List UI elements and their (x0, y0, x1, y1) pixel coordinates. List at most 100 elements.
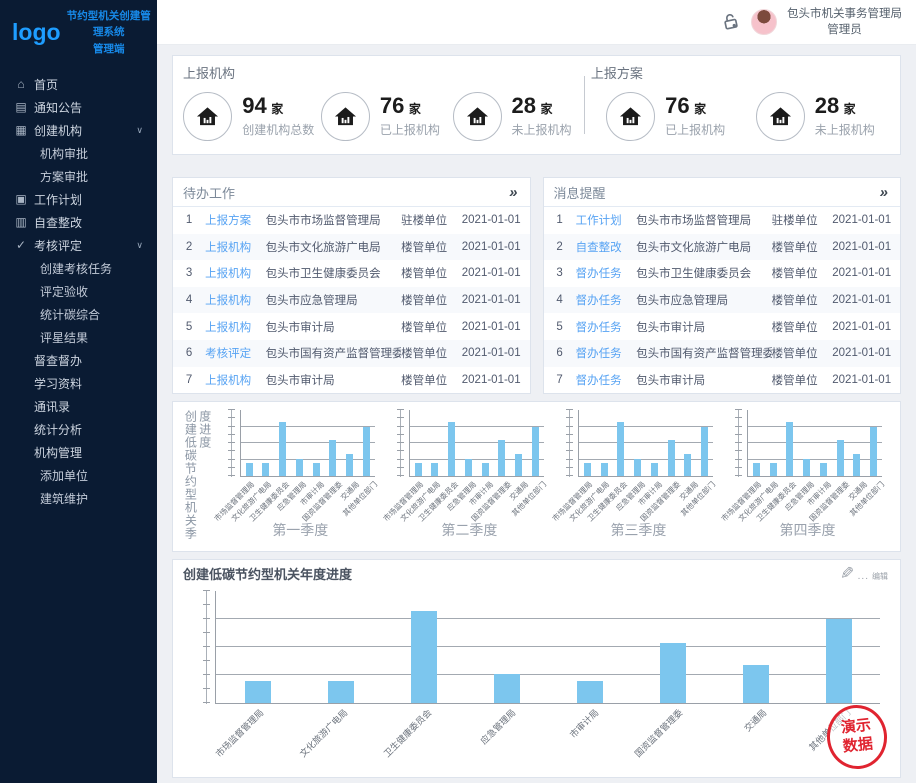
bar (494, 674, 520, 703)
stat-circle (606, 92, 655, 141)
org-name: 包头市审计局 (636, 319, 772, 335)
sidebar-item-考核评定[interactable]: ✓考核评定∨ (0, 234, 157, 257)
sidebar-item-首页[interactable]: ⌂首页 (0, 73, 157, 96)
building-icon (196, 105, 219, 128)
date: 2021-01-01 (832, 347, 900, 359)
logo[interactable]: logo 节约型机关创建管理系统 管理端 (0, 0, 157, 63)
x-tick-label: 市场监督管理局 (212, 706, 266, 760)
user-role: 管理员 (787, 22, 902, 38)
task-type-link[interactable]: 上报机构 (205, 239, 266, 255)
gridline (579, 442, 713, 443)
todo-more-icon[interactable]: » (509, 184, 517, 201)
bar (296, 459, 303, 476)
sidebar-item-评星结果[interactable]: 评星结果 (0, 326, 157, 349)
notice-icon: ▤ (14, 100, 28, 114)
stat-unit: 家 (271, 102, 283, 116)
date: 2021-01-01 (832, 294, 900, 306)
task-type-link[interactable]: 督办任务 (576, 372, 637, 388)
bar (262, 463, 269, 476)
task-type-link[interactable]: 上报机构 (205, 265, 266, 281)
sidebar-item-评定验收[interactable]: 评定验收 (0, 280, 157, 303)
task-type-link[interactable]: 督办任务 (576, 292, 637, 308)
org-name: 包头市市场监督管理局 (636, 212, 772, 228)
y-tick (735, 409, 742, 410)
sidebar-item-方案审批[interactable]: 方案审批 (0, 165, 157, 188)
sidebar-item-工作计划[interactable]: ▣工作计划 (0, 188, 157, 211)
bar (577, 681, 603, 703)
task-type-link[interactable]: 上报机构 (205, 372, 266, 388)
date: 2021-01-01 (462, 214, 530, 226)
sidebar-item-创建机构[interactable]: ▦创建机构∨ (0, 119, 157, 142)
todo-card: 待办工作 » 1上报方案包头市市场监督管理局驻楼单位2021-01-012上报机… (172, 177, 531, 394)
sidebar-item-统计碳综合[interactable]: 统计碳综合 (0, 303, 157, 326)
org-name: 包头市国有资产监督管理委员 (636, 345, 772, 361)
sidebar-item-督查督办[interactable]: 督查督办 (0, 349, 157, 372)
bar (660, 643, 686, 703)
unit-type: 楼管单位 (772, 292, 833, 308)
x-tick-label: 国资监督管理委 (632, 706, 686, 760)
task-type-link[interactable]: 督办任务 (576, 345, 637, 361)
gridline (748, 442, 882, 443)
messages-title: 消息提醒 (554, 183, 606, 202)
chart-plot (215, 591, 880, 704)
sidebar-item-建筑维护[interactable]: 建筑维护 (0, 487, 157, 510)
stat-unit: 家 (694, 102, 706, 116)
stat-circle (321, 92, 370, 141)
y-tick (203, 618, 210, 619)
y-tick (203, 590, 210, 591)
user-info[interactable]: 包头市机关事务管理局 管理员 (787, 6, 902, 38)
y-tick (203, 646, 210, 647)
user-org: 包头市机关事务管理局 (787, 6, 902, 22)
messages-more-icon[interactable]: » (880, 184, 888, 201)
task-type-link[interactable]: 自查整改 (576, 239, 637, 255)
y-tick (735, 459, 742, 460)
avatar[interactable] (751, 9, 777, 35)
row-index: 4 (544, 294, 576, 306)
sidebar-item-统计分析[interactable]: 统计分析 (0, 418, 157, 441)
task-type-link[interactable]: 上报机构 (205, 319, 266, 335)
sidebar-item-自查整改[interactable]: ▥自查整改 (0, 211, 157, 234)
lock-icon[interactable] (719, 10, 743, 34)
unit-type: 楼管单位 (401, 239, 462, 255)
edit-button[interactable]: ✎ ... 编辑 (840, 565, 888, 582)
y-tick (203, 702, 210, 703)
bar (532, 427, 539, 477)
todo-title: 待办工作 (183, 183, 235, 202)
task-type-link[interactable]: 工作计划 (576, 212, 637, 228)
chart-plot (240, 410, 375, 477)
app-window: logo 节约型机关创建管理系统 管理端 ⌂首页▤通知公告▦创建机构∨机构审批方… (0, 0, 916, 783)
sidebar-item-label: 学习资料 (34, 375, 82, 392)
bar (328, 681, 354, 703)
org-name: 包头市应急管理局 (636, 292, 772, 308)
task-type-link[interactable]: 上报机构 (205, 292, 266, 308)
sidebar-item-label: 方案审批 (40, 168, 88, 185)
task-type-link[interactable]: 督办任务 (576, 319, 637, 335)
quarters-vertical-title: 创建低碳节约型机关季度进度 (183, 410, 212, 550)
sidebar-item-通讯录[interactable]: 通讯录 (0, 395, 157, 418)
sidebar-item-创建考核任务[interactable]: 创建考核任务 (0, 257, 157, 280)
assessment-icon: ✓ (14, 238, 28, 252)
date: 2021-01-01 (462, 347, 530, 359)
table-row: 5督办任务包头市审计局楼管单位2021-01-01 (544, 313, 901, 340)
edit-label: 编辑 (872, 571, 888, 582)
stat-value: 94 (242, 93, 266, 118)
task-type-link[interactable]: 上报方案 (205, 212, 266, 228)
sidebar-item-通知公告[interactable]: ▤通知公告 (0, 96, 157, 119)
task-type-link[interactable]: 督办任务 (576, 265, 637, 281)
quarter-chart-q1: 市场监督管理局文化旅游广电局卫生健康委员会应急管理局市审计局国资监督管理委交通局… (216, 410, 385, 549)
sidebar-item-机构管理[interactable]: 机构管理 (0, 441, 157, 464)
sidebar: logo 节约型机关创建管理系统 管理端 ⌂首页▤通知公告▦创建机构∨机构审批方… (0, 0, 157, 783)
table-row: 2上报机构包头市文化旅游广电局楼管单位2021-01-01 (173, 234, 530, 261)
y-tick (397, 426, 404, 427)
date: 2021-01-01 (832, 374, 900, 386)
date: 2021-01-01 (462, 374, 530, 386)
sidebar-item-机构审批[interactable]: 机构审批 (0, 142, 157, 165)
bar (329, 440, 336, 476)
row-index: 5 (173, 321, 205, 333)
task-type-link[interactable]: 考核评定 (205, 345, 266, 361)
stat-circle (756, 92, 805, 141)
sidebar-item-添加单位[interactable]: 添加单位 (0, 464, 157, 487)
y-tick (228, 442, 235, 443)
org-name: 包头市市场监督管理局 (266, 212, 402, 228)
sidebar-item-学习资料[interactable]: 学习资料 (0, 372, 157, 395)
